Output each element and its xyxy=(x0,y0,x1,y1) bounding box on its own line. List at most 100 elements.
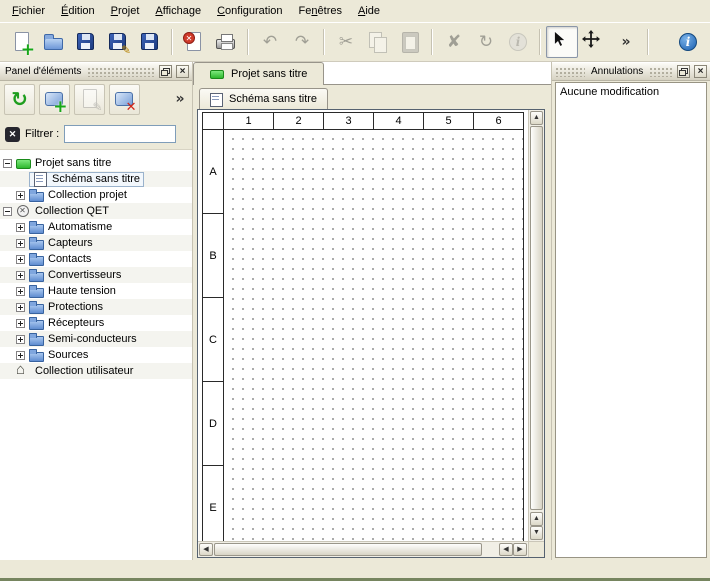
diagram-grid[interactable] xyxy=(224,130,524,541)
element-infos-button[interactable]: i xyxy=(502,26,534,58)
tree-item-label: Collection projet xyxy=(48,189,127,201)
tree-item-semi-conducteurs[interactable]: Semi-conducteurs xyxy=(0,331,192,347)
close-document-button[interactable]: ✕ xyxy=(178,26,210,58)
menu-edition[interactable]: Édition xyxy=(53,1,103,21)
save-as-button[interactable]: ✎ xyxy=(102,26,134,58)
tree-item-collection-qet[interactable]: Collection QET xyxy=(0,203,192,219)
menu-projet[interactable]: Projet xyxy=(103,1,148,21)
tree-toggle-plus[interactable] xyxy=(16,287,25,296)
menu-fichier[interactable]: Fichier xyxy=(4,1,53,21)
undo-history-list[interactable]: Aucune modification xyxy=(555,82,707,558)
tree-item-collection-utilisateur[interactable]: Collection utilisateur xyxy=(0,363,192,379)
tab-schema-sans-titre[interactable]: Schéma sans titre xyxy=(199,88,328,109)
tree-item-recepteurs[interactable]: Récepteurs xyxy=(0,315,192,331)
undo-button[interactable]: ↶ xyxy=(254,26,286,58)
float-elements-panel-button[interactable] xyxy=(159,65,172,78)
main-area: Panel d'éléments × ↻+✎✕» ✕ Filtrer : Pro… xyxy=(0,62,710,560)
tree-item-sources[interactable]: Sources xyxy=(0,347,192,363)
tree-item-label: Récepteurs xyxy=(48,317,104,329)
scroll-up-button[interactable]: ▲ xyxy=(530,111,543,125)
tree-toggle-plus[interactable] xyxy=(16,351,25,360)
menu-aide[interactable]: Aide xyxy=(350,1,388,21)
close-elements-panel-button[interactable]: × xyxy=(176,65,189,78)
scroll-right-button[interactable]: ▶ xyxy=(513,543,527,556)
tree-item-protections[interactable]: Protections xyxy=(0,299,192,315)
dock-grip[interactable] xyxy=(555,67,585,77)
tree-toggle-plus[interactable] xyxy=(16,255,25,264)
about-button[interactable]: i xyxy=(672,26,704,58)
tree-item-label: Convertisseurs xyxy=(48,269,121,281)
pan-mode-button[interactable] xyxy=(578,26,610,58)
select-mode-button[interactable] xyxy=(546,26,578,58)
delete-button[interactable]: ✘ xyxy=(438,26,470,58)
elements-panel-header[interactable]: Panel d'éléments × xyxy=(0,62,192,81)
toolbar-overflow-button[interactable]: » xyxy=(610,26,642,58)
dock-grip[interactable] xyxy=(649,67,673,77)
horizontal-scroll-thumb[interactable] xyxy=(214,543,482,556)
menu-affichage[interactable]: Affichage xyxy=(147,1,209,21)
save-button[interactable] xyxy=(70,26,102,58)
clear-filter-icon[interactable]: ✕ xyxy=(5,127,20,142)
tree-item-convertisseurs[interactable]: Convertisseurs xyxy=(0,267,192,283)
horizontal-scrollbar[interactable]: ◀ ◀ ▶ xyxy=(198,541,528,557)
tree-toggle-plus[interactable] xyxy=(16,239,25,248)
print-button[interactable] xyxy=(210,26,242,58)
schema-icon xyxy=(33,172,48,186)
delete-element-button[interactable]: ✕ xyxy=(109,84,140,115)
float-undo-panel-button[interactable] xyxy=(677,65,690,78)
move-icon xyxy=(582,30,606,54)
copy-button[interactable] xyxy=(362,26,394,58)
cut-button[interactable]: ✂ xyxy=(330,26,362,58)
diagram-view[interactable]: 123456 ABCDE ▲ ▲ ▼ ◀ ◀ ▶ xyxy=(197,109,545,558)
vertical-scroll-thumb[interactable] xyxy=(530,126,543,510)
rotate-button[interactable]: ↻ xyxy=(470,26,502,58)
tree-item-content: Capteurs xyxy=(29,235,96,251)
paste-button[interactable] xyxy=(394,26,426,58)
info-blue-icon: i xyxy=(676,30,700,54)
new-element-button[interactable]: + xyxy=(39,84,70,115)
tree-toggle-plus[interactable] xyxy=(16,319,25,328)
schema-icon xyxy=(210,93,223,106)
project-icon xyxy=(210,70,224,79)
panel-overflow-button[interactable]: » xyxy=(172,84,188,115)
tree-item-collection-projet[interactable]: Collection projet xyxy=(0,187,192,203)
scroll-up-button-bottom[interactable]: ▲ xyxy=(530,512,543,526)
menu-configuration[interactable]: Configuration xyxy=(209,1,290,21)
cursor-icon xyxy=(550,30,574,54)
tree-toggle-plus[interactable] xyxy=(16,223,25,232)
menu-fenetres[interactable]: Fenêtres xyxy=(291,1,350,21)
undo-panel: Annulations × Aucune modification xyxy=(551,62,710,560)
tree-item-projet-sans-titre[interactable]: Projet sans titre xyxy=(0,155,192,171)
scroll-left-button-right[interactable]: ◀ xyxy=(499,543,513,556)
dock-grip[interactable] xyxy=(87,67,155,77)
redo-button[interactable]: ↷ xyxy=(286,26,318,58)
filter-input[interactable] xyxy=(64,125,176,143)
close-undo-panel-button[interactable]: × xyxy=(694,65,707,78)
save-all-button[interactable] xyxy=(134,26,166,58)
qet-icon xyxy=(16,204,31,218)
tree-item-contacts[interactable]: Contacts xyxy=(0,251,192,267)
open-document-button[interactable] xyxy=(38,26,70,58)
tree-item-automatisme[interactable]: Automatisme xyxy=(0,219,192,235)
tree-toggle-plus[interactable] xyxy=(16,335,25,344)
vertical-scrollbar[interactable]: ▲ ▲ ▼ xyxy=(528,110,544,541)
tab-projet-sans-titre[interactable]: Projet sans titre xyxy=(193,62,324,85)
tree-item-schema-sans-titre[interactable]: Schéma sans titre xyxy=(0,171,192,187)
new-document-button[interactable]: + xyxy=(6,26,38,58)
tree-toggle-plus[interactable] xyxy=(16,303,25,312)
undo-panel-header[interactable]: Annulations × xyxy=(552,62,710,81)
tree-item-haute-tension[interactable]: Haute tension xyxy=(0,283,192,299)
scroll-left-button[interactable]: ◀ xyxy=(199,543,213,556)
reload-collections-button[interactable]: ↻ xyxy=(4,84,35,115)
edit-element-button[interactable]: ✎ xyxy=(74,84,105,115)
float-icon xyxy=(161,68,170,76)
tree-toggle-minus[interactable] xyxy=(3,207,12,216)
scroll-down-button[interactable]: ▼ xyxy=(530,526,543,540)
tree-item-content: Sources xyxy=(29,347,91,363)
tree-toggle-plus[interactable] xyxy=(16,271,25,280)
tree-toggle-plus[interactable] xyxy=(16,191,25,200)
tree-toggle-minus[interactable] xyxy=(3,159,12,168)
diagram-sheet[interactable]: 123456 ABCDE xyxy=(198,110,528,541)
tree-item-capteurs[interactable]: Capteurs xyxy=(0,235,192,251)
tree-selected-item: Schéma sans titre xyxy=(29,172,144,187)
